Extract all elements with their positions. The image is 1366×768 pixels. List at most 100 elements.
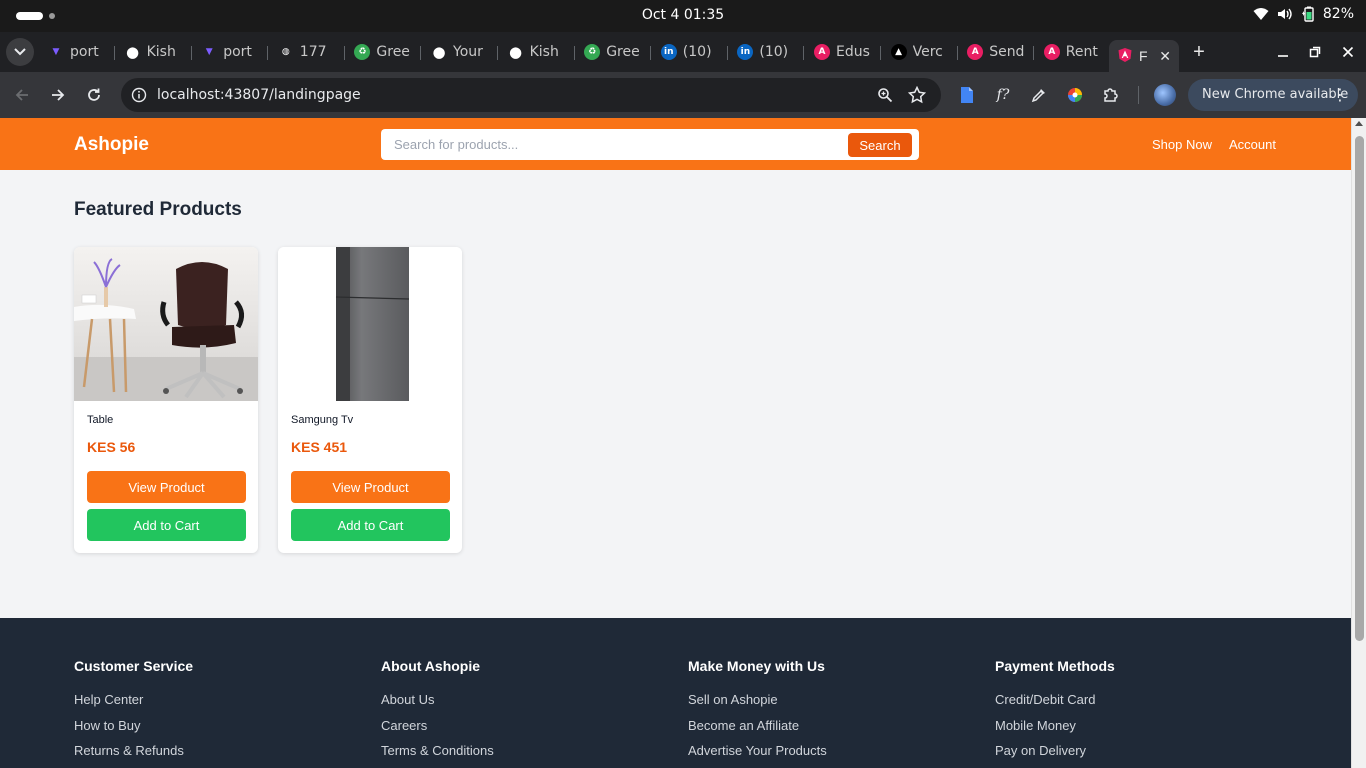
system-status-area[interactable]: 82% bbox=[1253, 6, 1354, 22]
more-menu-icon[interactable]: ⋮ bbox=[1332, 79, 1348, 111]
angular-icon bbox=[1117, 47, 1133, 66]
tab-divider bbox=[650, 46, 652, 60]
page-scrollbar[interactable] bbox=[1351, 118, 1366, 768]
view-product-button[interactable]: View Product bbox=[291, 471, 450, 503]
search-bar: Search bbox=[381, 129, 919, 160]
tab-active[interactable]: F ✕ bbox=[1109, 40, 1179, 72]
footer-column-payment-methods: Payment Methods Credit/Debit Card Mobile… bbox=[995, 658, 1115, 768]
recycle-icon: ♻ bbox=[584, 44, 601, 60]
office-chair-photo[interactable] bbox=[74, 247, 258, 401]
add-to-cart-button[interactable]: Add to Cart bbox=[87, 509, 246, 541]
tab-search-button[interactable] bbox=[6, 38, 34, 66]
browser-tab[interactable]: ◍ 177 bbox=[270, 38, 346, 66]
footer-link[interactable]: Become an Affiliate bbox=[688, 718, 827, 744]
zoom-icon[interactable] bbox=[876, 86, 894, 104]
github-icon: ● bbox=[124, 43, 141, 61]
arrow-left-icon bbox=[15, 89, 28, 101]
shop-now-link[interactable]: Shop Now bbox=[1152, 137, 1212, 152]
browser-tab[interactable]: ▼ port bbox=[40, 38, 116, 66]
refrigerator-photo[interactable] bbox=[278, 247, 462, 401]
add-to-cart-button[interactable]: Add to Cart bbox=[291, 509, 450, 541]
scroll-up-arrow-icon[interactable] bbox=[1355, 121, 1363, 126]
footer-link[interactable]: How to Buy bbox=[74, 718, 193, 744]
site-logo[interactable]: Ashopie bbox=[74, 134, 149, 156]
browser-tab[interactable]: ♻ Gree bbox=[576, 38, 652, 66]
angular-icon: A bbox=[1043, 44, 1060, 60]
wifi-icon bbox=[1253, 7, 1269, 21]
extensions-puzzle-icon[interactable] bbox=[1101, 85, 1121, 105]
restore-icon bbox=[1309, 46, 1321, 58]
os-clock[interactable]: Oct 4 01:35 bbox=[0, 7, 1366, 23]
angular-icon: A bbox=[967, 44, 984, 60]
footer-link[interactable]: Returns & Refunds bbox=[74, 743, 193, 768]
browser-tab[interactable]: ▲ Verc bbox=[883, 38, 959, 66]
browser-tab[interactable]: ● Your bbox=[423, 38, 499, 66]
reload-button[interactable] bbox=[83, 84, 105, 106]
browser-tab[interactable]: A Edus bbox=[806, 38, 882, 66]
restore-button[interactable] bbox=[1305, 42, 1325, 62]
site-header: Ashopie Search Shop Now Account bbox=[0, 118, 1351, 170]
footer-link[interactable]: Credit/Debit Card bbox=[995, 692, 1115, 718]
minimize-button[interactable] bbox=[1273, 42, 1293, 62]
close-icon[interactable]: ✕ bbox=[1159, 48, 1171, 65]
product-price: KES 451 bbox=[291, 439, 348, 455]
url-text[interactable]: localhost:43807/landingpage bbox=[157, 87, 361, 103]
footer-column-about: About Ashopie About Us Careers Terms & C… bbox=[381, 658, 494, 768]
account-link[interactable]: Account bbox=[1229, 137, 1276, 152]
footer-link[interactable]: Careers bbox=[381, 718, 494, 744]
tab-title: Rent bbox=[1065, 44, 1098, 60]
browser-tab[interactable]: A Rent bbox=[1036, 38, 1112, 66]
search-input[interactable] bbox=[381, 129, 841, 160]
tab-title: 177 bbox=[299, 44, 327, 60]
close-window-button[interactable] bbox=[1338, 42, 1358, 62]
google-docs-extension-icon[interactable] bbox=[957, 85, 977, 105]
product-name[interactable]: Samgung Tv bbox=[291, 414, 353, 426]
product-name[interactable]: Table bbox=[87, 414, 113, 426]
forward-button[interactable] bbox=[47, 84, 69, 106]
browser-tab[interactable]: in (10) bbox=[653, 38, 729, 66]
product-card: Table KES 56 View Product Add to Cart bbox=[74, 247, 258, 553]
back-button[interactable] bbox=[11, 84, 33, 106]
footer-column-make-money: Make Money with Us Sell on Ashopie Becom… bbox=[688, 658, 827, 768]
browser-tab[interactable]: ● Kish bbox=[500, 38, 576, 66]
formula-extension-icon[interactable]: f? bbox=[993, 85, 1013, 105]
tab-title: Edus bbox=[836, 44, 870, 60]
tab-title: (10) bbox=[759, 44, 789, 60]
eyedropper-extension-icon[interactable] bbox=[1029, 85, 1049, 105]
update-label: New Chrome available bbox=[1202, 87, 1349, 102]
browser-tab[interactable]: ♻ Gree bbox=[346, 38, 422, 66]
chrome-update-button[interactable]: New Chrome available ⋮ bbox=[1188, 79, 1358, 111]
profile-avatar[interactable] bbox=[1154, 84, 1176, 106]
tab-divider bbox=[573, 46, 575, 60]
product-card: Samgung Tv KES 451 View Product Add to C… bbox=[278, 247, 462, 553]
view-product-button[interactable]: View Product bbox=[87, 471, 246, 503]
new-tab-button[interactable]: + bbox=[1189, 42, 1209, 62]
github-icon: ● bbox=[507, 43, 524, 61]
browser-tab[interactable]: in (10) bbox=[729, 38, 805, 66]
address-bar[interactable]: localhost:43807/landingpage bbox=[121, 78, 941, 112]
footer-link[interactable]: Advertise Your Products bbox=[688, 743, 827, 768]
footer-link[interactable]: Pay on Delivery bbox=[995, 743, 1115, 768]
footer-link[interactable]: Terms & Conditions bbox=[381, 743, 494, 768]
site-info-icon[interactable] bbox=[129, 85, 149, 105]
browser-tab[interactable]: ● Kish bbox=[117, 38, 193, 66]
footer-link[interactable]: About Us bbox=[381, 692, 494, 718]
browser-tab[interactable]: ▼ port bbox=[193, 38, 269, 66]
footer-link[interactable]: Sell on Ashopie bbox=[688, 692, 827, 718]
toolbar-divider bbox=[1138, 86, 1139, 104]
browser-toolbar: localhost:43807/landingpage f? New Chrom… bbox=[0, 72, 1366, 118]
github-icon: ● bbox=[431, 43, 447, 61]
footer-link[interactable]: Mobile Money bbox=[995, 718, 1115, 744]
footer-link[interactable]: Help Center bbox=[74, 692, 193, 718]
browser-tab[interactable]: A Send bbox=[959, 38, 1035, 66]
linkedin-icon: in bbox=[660, 44, 677, 60]
tab-title: Your bbox=[453, 44, 483, 60]
scrollbar-thumb[interactable] bbox=[1355, 136, 1364, 641]
search-button[interactable]: Search bbox=[848, 133, 912, 157]
battery-icon bbox=[1301, 6, 1315, 22]
color-wheel-extension-icon[interactable] bbox=[1065, 85, 1085, 105]
tab-divider bbox=[190, 46, 192, 60]
recycle-icon: ♻ bbox=[354, 44, 371, 60]
bookmark-star-icon[interactable] bbox=[908, 86, 926, 104]
vercel-icon: ▲ bbox=[890, 44, 907, 60]
